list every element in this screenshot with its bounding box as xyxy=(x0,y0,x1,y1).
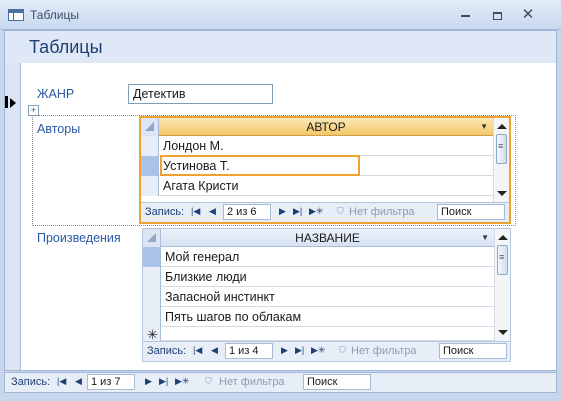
window-title: Таблицы xyxy=(30,8,80,22)
record-label: Запись: xyxy=(11,376,51,388)
search-input[interactable]: Поиск xyxy=(303,374,371,390)
authors-subform[interactable]: АВТОР ▼ Лондон М. Устинова Т. Агата Крис… xyxy=(139,116,511,224)
minimize-icon xyxy=(460,14,470,17)
record-position-field[interactable]: 1 из 7 xyxy=(87,374,135,390)
works-navigation-bar: Запись: |◀ ◀ 1 из 4 ▶ ▶| ▶✳ ⛉ Нет фильтр… xyxy=(143,341,510,361)
works-grid-header: НАЗВАНИЕ ▼ xyxy=(143,229,494,247)
first-record-icon[interactable]: |◀ xyxy=(193,345,202,356)
filter-status[interactable]: Нет фильтра xyxy=(219,376,285,388)
works-vertical-scrollbar[interactable] xyxy=(494,229,510,341)
genre-field[interactable]: Детектив xyxy=(128,84,273,104)
first-record-icon[interactable]: |◀ xyxy=(191,206,200,217)
minimize-button[interactable] xyxy=(454,6,476,24)
close-icon: ✕ xyxy=(521,6,535,23)
row-selector-current[interactable] xyxy=(143,247,161,267)
maximize-icon xyxy=(492,11,502,20)
new-record-icon[interactable]: ▶✳ xyxy=(309,206,323,217)
record-position-field[interactable]: 1 из 4 xyxy=(225,343,273,359)
filter-status[interactable]: Нет фильтра xyxy=(351,345,417,357)
scroll-thumb[interactable] xyxy=(497,245,508,275)
author-cell[interactable]: Агата Кристи xyxy=(163,179,238,193)
window-titlebar[interactable]: Таблицы ✕ xyxy=(0,0,561,30)
table-row[interactable]: Пять шагов по облакам xyxy=(143,307,494,327)
next-record-icon[interactable]: ▶ xyxy=(279,206,286,217)
row-selector[interactable]: ✳ xyxy=(143,327,161,342)
title-cell[interactable]: Пять шагов по облакам xyxy=(165,310,301,324)
table-row[interactable]: Устинова Т. xyxy=(141,155,493,176)
table-row[interactable]: Лондон М. xyxy=(141,136,493,156)
title-cell[interactable]: Запасной инстинкт xyxy=(165,290,275,304)
works-label: Произведения xyxy=(37,231,121,245)
last-record-icon[interactable]: ▶| xyxy=(293,206,302,217)
record-label: Запись: xyxy=(147,345,187,357)
scroll-up-icon[interactable] xyxy=(498,235,508,240)
main-navigation-bar: Запись: |◀ ◀ 1 из 7 ▶ ▶| ▶✳ ⛉ Нет фильтр… xyxy=(4,372,557,393)
search-input[interactable]: Поиск xyxy=(437,204,505,220)
first-record-icon[interactable]: |◀ xyxy=(57,376,66,387)
new-record-row[interactable]: ✳ xyxy=(143,327,494,342)
row-selector[interactable] xyxy=(143,267,161,287)
prev-record-icon[interactable]: ◀ xyxy=(211,345,218,356)
author-cell[interactable]: Лондон М. xyxy=(163,139,224,153)
record-position-field[interactable]: 2 из 6 xyxy=(223,204,271,220)
authors-navigation-bar: Запись: |◀ ◀ 2 из 6 ▶ ▶| ▶✳ ⛉ Нет фильтр… xyxy=(141,202,509,222)
main-nav-inner: Запись: |◀ ◀ 1 из 7 ▶ ▶| ▶✳ ⛉ Нет фильтр… xyxy=(5,373,556,393)
author-column-header[interactable]: АВТОР xyxy=(159,120,493,134)
form-client-area: Таблицы ЖАНР Детектив + Авторы Произведе… xyxy=(4,30,557,371)
column-dropdown-icon[interactable]: ▼ xyxy=(480,122,488,131)
filter-status[interactable]: Нет фильтра xyxy=(349,206,415,218)
new-record-icon[interactable]: ▶✳ xyxy=(311,345,325,356)
form-title: Таблицы xyxy=(29,37,103,57)
row-selector[interactable] xyxy=(143,307,161,327)
table-row[interactable]: Агата Кристи xyxy=(141,176,493,196)
select-all-corner[interactable] xyxy=(143,229,161,247)
last-record-icon[interactable]: ▶| xyxy=(159,376,168,387)
table-row[interactable]: Мой генерал xyxy=(143,247,494,267)
column-dropdown-icon[interactable]: ▼ xyxy=(481,233,489,242)
close-button[interactable]: ✕ xyxy=(517,6,539,24)
search-input[interactable]: Поиск xyxy=(439,343,507,359)
maximize-button[interactable] xyxy=(486,6,508,24)
row-selector[interactable] xyxy=(143,287,161,307)
scroll-up-icon[interactable] xyxy=(497,124,507,129)
scroll-thumb[interactable] xyxy=(496,134,507,164)
row-selector[interactable] xyxy=(141,176,159,196)
title-column-header[interactable]: НАЗВАНИЕ xyxy=(161,231,494,245)
authors-vertical-scrollbar[interactable] xyxy=(493,118,509,202)
row-selector[interactable] xyxy=(141,136,159,156)
next-record-icon[interactable]: ▶ xyxy=(281,345,288,356)
table-row[interactable]: Запасной инстинкт xyxy=(143,287,494,307)
author-cell[interactable]: Устинова Т. xyxy=(163,159,230,173)
current-record-bar xyxy=(5,96,8,108)
form-header: Таблицы xyxy=(5,31,556,63)
prev-record-icon[interactable]: ◀ xyxy=(75,376,82,387)
next-record-icon[interactable]: ▶ xyxy=(145,376,152,387)
title-cell[interactable]: Мой генерал xyxy=(165,250,239,264)
table-form-icon xyxy=(8,9,24,21)
last-record-icon[interactable]: ▶| xyxy=(295,345,304,356)
filter-icon: ⛉ xyxy=(205,376,212,386)
authors-grid-header: АВТОР ▼ xyxy=(141,118,493,136)
genre-label: ЖАНР xyxy=(37,87,75,101)
current-record-arrow-icon xyxy=(10,98,16,108)
table-row[interactable]: Близкие люди xyxy=(143,267,494,287)
select-all-corner[interactable] xyxy=(141,118,159,136)
title-cell[interactable]: Близкие люди xyxy=(165,270,247,284)
filter-icon: ⛉ xyxy=(339,345,346,355)
filter-icon: ⛉ xyxy=(337,206,344,216)
scroll-down-icon[interactable] xyxy=(497,191,507,196)
record-selector[interactable] xyxy=(5,63,21,370)
record-label: Запись: xyxy=(145,206,185,218)
new-record-icon[interactable]: ▶✳ xyxy=(175,376,189,387)
authors-label: Авторы xyxy=(37,122,81,136)
scroll-down-icon[interactable] xyxy=(498,330,508,335)
works-subform[interactable]: НАЗВАНИЕ ▼ Мой генерал Близкие люди Запа… xyxy=(142,228,511,362)
prev-record-icon[interactable]: ◀ xyxy=(209,206,216,217)
row-selector-current[interactable] xyxy=(141,156,159,176)
